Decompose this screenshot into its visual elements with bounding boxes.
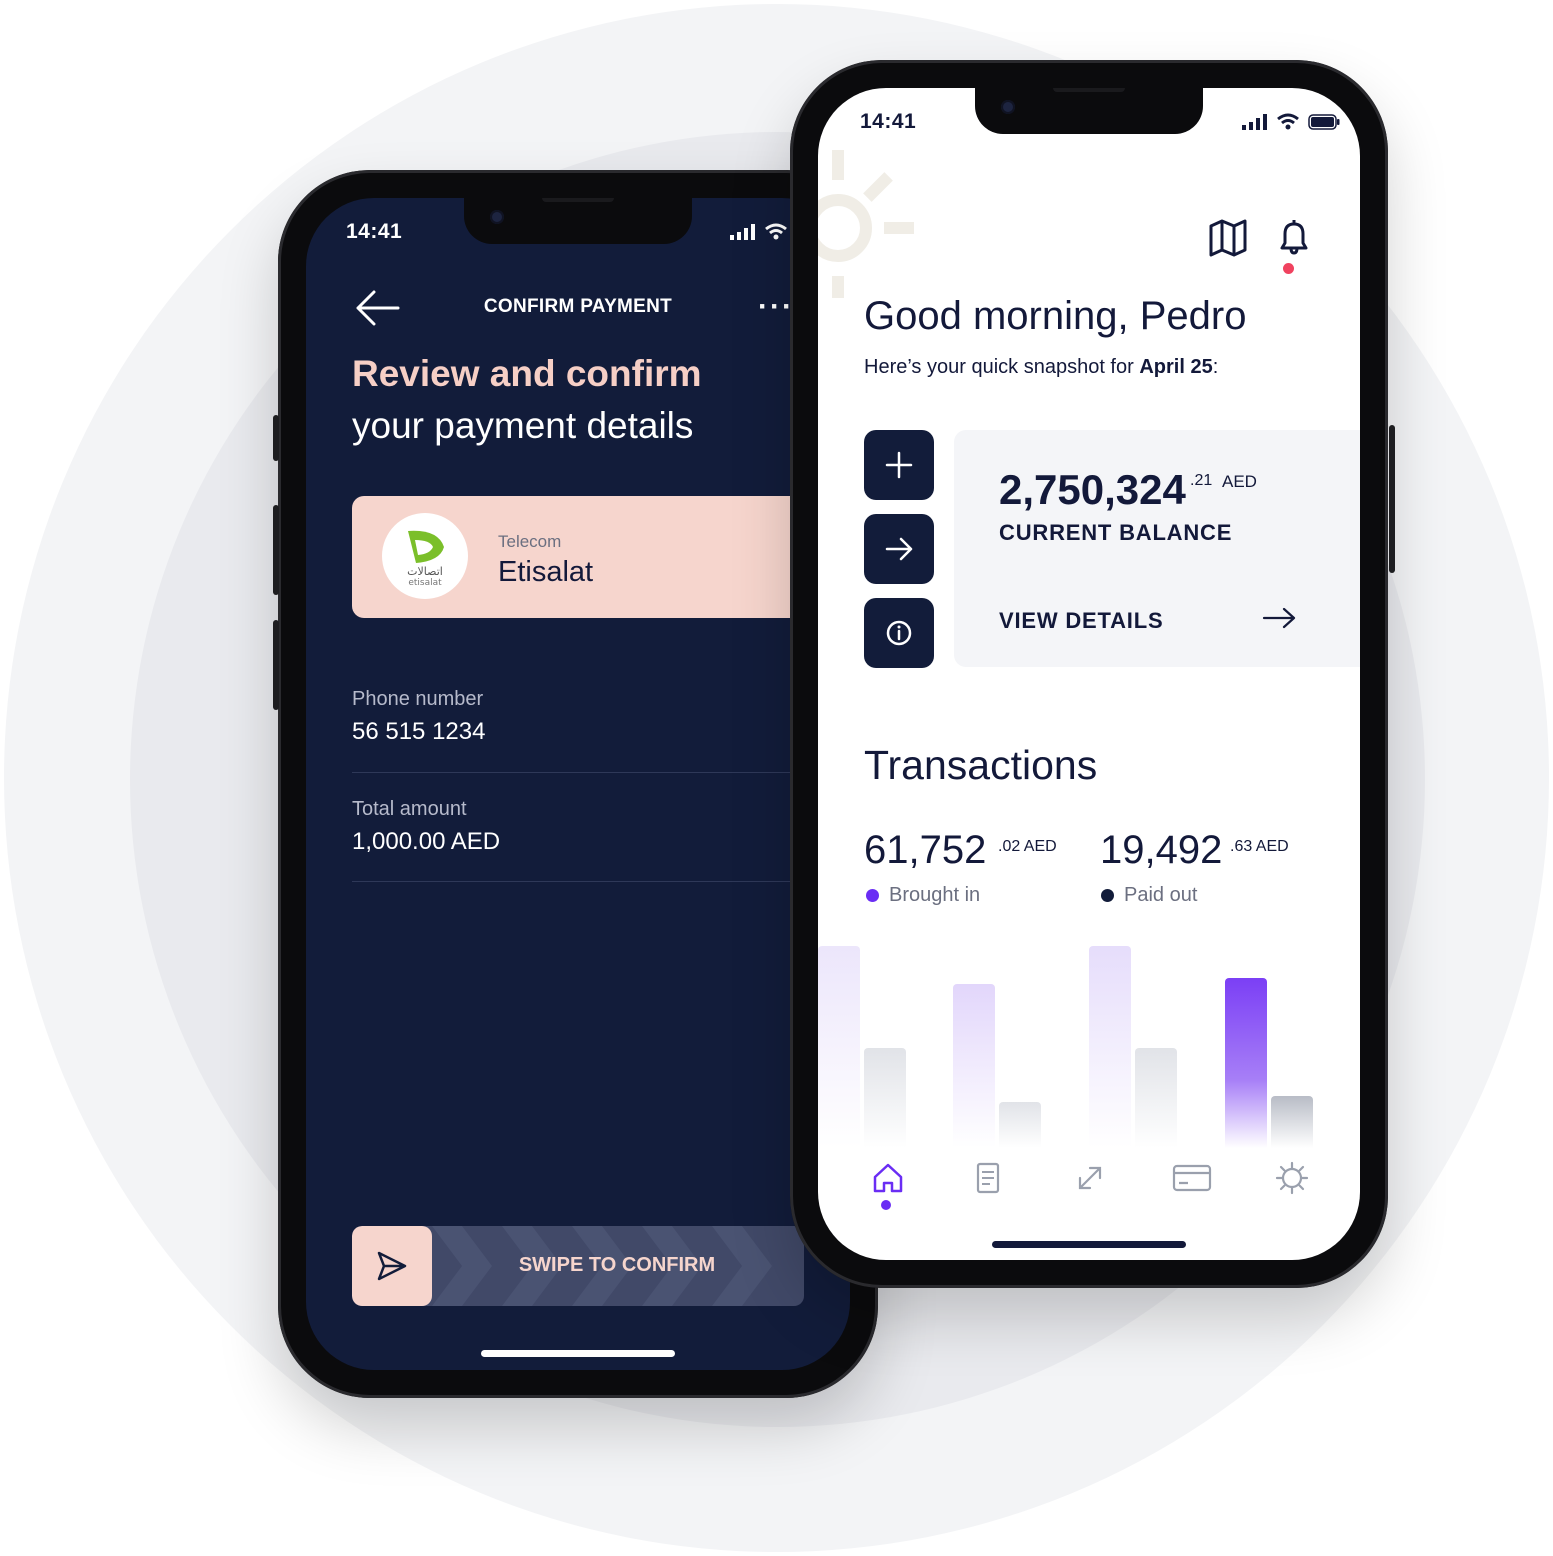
balance-label: CURRENT BALANCE: [999, 520, 1233, 545]
notch: [464, 198, 692, 244]
chart-bar-out: [999, 1102, 1041, 1148]
more-options-icon[interactable]: ···: [758, 290, 794, 324]
total-amount-label: Total amount: [352, 798, 467, 820]
home-indicator: [992, 1241, 1186, 1248]
chart-bar-in: [1089, 946, 1131, 1148]
paid-out-amount: 19,492: [1100, 828, 1223, 872]
plus-icon: [885, 451, 913, 479]
transactions-chart: [818, 918, 1360, 1148]
status-time: 14:41: [860, 110, 917, 133]
info-button[interactable]: [864, 598, 934, 668]
add-money-button[interactable]: [864, 430, 934, 500]
paid-out-decimal: .63 AED: [1230, 838, 1289, 855]
phone-number-label: Phone number: [352, 688, 484, 710]
notification-badge: [1283, 263, 1294, 274]
info-icon: [886, 620, 912, 646]
arrow-right-icon: [885, 537, 913, 561]
brought-in-legend: Brought in: [866, 884, 980, 907]
paid-out-legend: Paid out: [1101, 884, 1197, 907]
arrow-right-icon[interactable]: [1262, 606, 1298, 630]
divider: [352, 881, 850, 882]
phone-number-value: 56 515 1234: [352, 718, 486, 745]
sun-decoration-icon: [818, 148, 928, 306]
greeting: Good morning, Pedro: [864, 294, 1247, 338]
biller-card[interactable]: اتصالات etisalat Telecom Etisalat: [352, 496, 850, 618]
chart-bar-in: [953, 984, 995, 1148]
chart-bar-out-active[interactable]: [1271, 1096, 1313, 1148]
chart-bar-out: [864, 1048, 906, 1148]
active-tab-indicator: [881, 1200, 891, 1210]
view-details-link[interactable]: VIEW DETAILS: [999, 608, 1163, 634]
home-indicator: [481, 1350, 675, 1357]
swipe-label: SWIPE TO CONFIRM: [518, 1254, 716, 1276]
total-amount-value: 1,000.00 AED: [352, 828, 501, 855]
wifi-icon: [765, 223, 787, 240]
confirm-payment-screen: 14:41 CONFIRM PAYMENT ··· Review and con…: [306, 198, 850, 1370]
chart-bar-in: [818, 946, 860, 1148]
status-time: 14:41: [346, 220, 403, 243]
signal-icon: [730, 223, 755, 240]
brought-in-decimal: .02 AED: [998, 838, 1057, 855]
brought-in-amount: 61,752: [864, 828, 987, 872]
dashboard-screen: 14:41 Good morning, Pedro Here’s your qu…: [818, 88, 1360, 1260]
svg-text:etisalat: etisalat: [408, 578, 442, 588]
etisalat-logo: اتصالات etisalat: [382, 513, 468, 599]
bell-icon[interactable]: [1274, 218, 1314, 258]
balance-card: 2,750,324 .21 AED CURRENT BALANCE VIEW D…: [954, 430, 1360, 667]
settings-icon[interactable]: [1272, 1158, 1312, 1198]
svg-text:اتصالات: اتصالات: [407, 565, 443, 578]
left-phone: 14:41 CONFIRM PAYMENT ··· Review and con…: [273, 170, 878, 1398]
swipe-to-confirm[interactable]: SWIPE TO CONFIRM: [352, 1226, 804, 1306]
review-heading: Review and confirm your payment details: [352, 353, 702, 446]
right-phone: 14:41 Good morning, Pedro Here’s your qu…: [790, 60, 1395, 1288]
battery-icon: [1308, 113, 1340, 130]
transfer-button[interactable]: [864, 514, 934, 584]
balance-amount: 2,750,324: [999, 466, 1186, 513]
chart-bar-out: [1135, 1048, 1177, 1148]
notch: [975, 88, 1203, 134]
card-icon[interactable]: [1170, 1158, 1214, 1198]
map-icon[interactable]: [1208, 218, 1248, 258]
balance-currency: AED: [1222, 472, 1257, 491]
payment-header: CONFIRM PAYMENT ···: [306, 288, 850, 328]
home-icon[interactable]: [868, 1158, 908, 1198]
transfer-icon[interactable]: [1070, 1158, 1110, 1198]
divider: [352, 772, 850, 773]
biller-category: Telecom: [498, 532, 562, 551]
wifi-icon: [1277, 113, 1299, 130]
biller-name: Etisalat: [498, 556, 594, 588]
signal-icon: [1242, 113, 1267, 130]
document-icon[interactable]: [968, 1158, 1008, 1198]
snapshot-text: Here’s your quick snapshot for April 25:: [864, 356, 1219, 378]
transactions-title: Transactions: [864, 742, 1098, 788]
chart-bar-in-active[interactable]: [1225, 978, 1267, 1148]
bottom-tab-bar: [818, 1158, 1360, 1218]
balance-decimal: .21: [1190, 472, 1213, 489]
